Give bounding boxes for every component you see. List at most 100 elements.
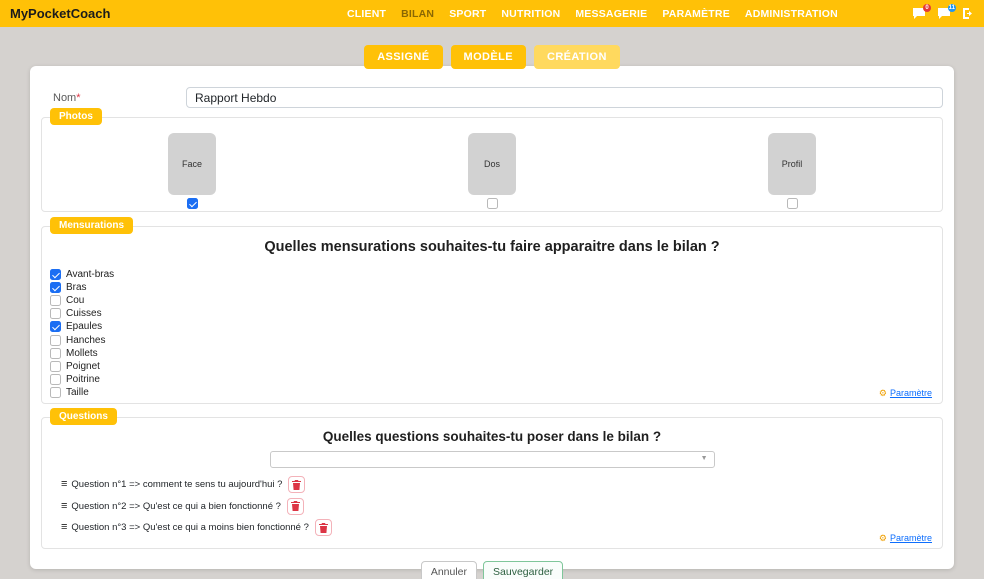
name-label: Nom*: [53, 92, 186, 104]
nav-item[interactable]: SPORT: [449, 8, 486, 20]
delete-question-button[interactable]: [315, 519, 332, 536]
nav-item[interactable]: ADMINISTRATION: [745, 8, 838, 20]
mensuration-row: Poitrine: [50, 373, 942, 386]
mensuration-row: Poignet: [50, 360, 942, 373]
mensurations-section: Mensurations Quelles mensurations souhai…: [41, 226, 943, 404]
photo-placeholder[interactable]: Face: [168, 133, 216, 195]
mensuration-label: Epaules: [66, 321, 102, 332]
question-text: Question n°1 => comment te sens tu aujou…: [71, 479, 282, 490]
mensuration-row: Hanches: [50, 333, 942, 346]
mensurations-legend: Mensurations: [50, 217, 133, 234]
trash-icon: [319, 523, 328, 533]
mensurations-settings-link[interactable]: ⚙ Paramètre: [879, 388, 932, 398]
question-text: Question n°2 => Qu'est ce qui a bien fon…: [71, 501, 280, 512]
mensuration-checkbox[interactable]: [50, 387, 61, 398]
photo-checkbox[interactable]: [787, 198, 798, 209]
delete-question-button[interactable]: [287, 498, 304, 515]
form-actions: Annuler Sauvegarder: [41, 561, 943, 579]
mensuration-label: Cuisses: [66, 308, 102, 319]
question-row: ≡ Question n°3 => Qu'est ce qui a moins …: [61, 519, 942, 536]
drag-handle-icon[interactable]: ≡: [61, 479, 67, 490]
messages-button[interactable]: 11: [937, 7, 951, 20]
mensuration-checkbox[interactable]: [50, 321, 61, 332]
mensuration-label: Taille: [66, 387, 89, 398]
photo-placeholder[interactable]: Dos: [468, 133, 516, 195]
photo-column: Dos: [342, 133, 642, 209]
required-asterisk: *: [76, 92, 80, 104]
photos-section: Photos Face Dos Profil: [41, 117, 943, 212]
save-button[interactable]: Sauvegarder: [483, 561, 563, 579]
notification-badge: 0: [923, 4, 931, 12]
chevron-down-icon: ▼: [701, 455, 708, 462]
trash-icon: [291, 501, 300, 511]
nav-item[interactable]: PARAMÈTRE: [662, 8, 730, 20]
mensuration-checkbox[interactable]: [50, 295, 61, 306]
photo-checkbox[interactable]: [187, 198, 198, 209]
tab[interactable]: MODÈLE: [451, 45, 526, 69]
mensuration-label: Mollets: [66, 348, 98, 359]
question-select[interactable]: ▼: [270, 451, 715, 468]
photo-grid: Face Dos Profil: [42, 118, 942, 209]
message-badge: 11: [948, 4, 956, 12]
tab[interactable]: ASSIGNÉ: [364, 45, 442, 69]
question-row: ≡ Question n°1 => comment te sens tu auj…: [61, 476, 942, 493]
gear-icon: ⚙: [879, 389, 887, 398]
nav-item[interactable]: NUTRITION: [501, 8, 560, 20]
question-row: ≡ Question n°2 => Qu'est ce qui a bien f…: [61, 498, 942, 515]
nav-item[interactable]: MESSAGERIE: [575, 8, 647, 20]
photo-placeholder[interactable]: Profil: [768, 133, 816, 195]
mensuration-label: Poitrine: [66, 374, 100, 385]
name-input[interactable]: [186, 87, 943, 108]
mensuration-row: Cou: [50, 294, 942, 307]
mensuration-row: Mollets: [50, 347, 942, 360]
main-nav: CLIENT BILAN SPORT NUTRITION MESSAGERIE …: [347, 0, 838, 27]
chat-notifications-button[interactable]: 0: [912, 7, 926, 20]
drag-handle-icon[interactable]: ≡: [61, 522, 67, 533]
mensuration-label: Hanches: [66, 335, 105, 346]
mensuration-label: Cou: [66, 295, 84, 306]
nav-item[interactable]: CLIENT: [347, 8, 386, 20]
creation-form-card: Nom* Photos Face Dos Profil: [30, 66, 954, 569]
mensuration-checkbox[interactable]: [50, 269, 61, 280]
nav-item[interactable]: BILAN: [401, 8, 434, 20]
mensuration-checkbox[interactable]: [50, 282, 61, 293]
photos-legend: Photos: [50, 108, 102, 125]
photo-column: Face: [42, 133, 342, 209]
question-list: ≡ Question n°1 => comment te sens tu auj…: [61, 476, 942, 536]
mensuration-checkbox[interactable]: [50, 308, 61, 319]
gear-icon: ⚙: [879, 534, 887, 543]
mensuration-label: Bras: [66, 282, 87, 293]
questions-legend: Questions: [50, 408, 117, 425]
mensuration-row: Avant-bras: [50, 268, 942, 281]
name-field-row: Nom*: [41, 87, 943, 108]
drag-handle-icon[interactable]: ≡: [61, 501, 67, 512]
mensuration-row: Taille: [50, 386, 942, 399]
mensuration-row: Cuisses: [50, 307, 942, 320]
mensuration-checkbox[interactable]: [50, 361, 61, 372]
questions-settings-link[interactable]: ⚙ Paramètre: [879, 533, 932, 543]
tab[interactable]: CRÉATION: [534, 45, 620, 69]
app-logo[interactable]: MyPocketCoach: [10, 6, 110, 21]
bilan-mode-tabs: ASSIGNÉ MODÈLE CRÉATION: [0, 45, 984, 69]
logout-icon: [962, 7, 975, 20]
trash-icon: [292, 480, 301, 490]
logout-button[interactable]: [962, 7, 975, 20]
cancel-button[interactable]: Annuler: [421, 561, 477, 579]
mensuration-row: Epaules: [50, 320, 942, 333]
mensurations-list: Avant-bras Bras Cou Cuisses: [50, 268, 942, 399]
mensuration-checkbox[interactable]: [50, 374, 61, 385]
mensuration-row: Bras: [50, 281, 942, 294]
delete-question-button[interactable]: [288, 476, 305, 493]
questions-heading: Quelles questions souhaites-tu poser dan…: [42, 429, 942, 444]
mensuration-label: Avant-bras: [66, 269, 114, 280]
photo-checkbox[interactable]: [487, 198, 498, 209]
mensuration-checkbox[interactable]: [50, 335, 61, 346]
app-header: MyPocketCoach CLIENT BILAN SPORT NUTRITI…: [0, 0, 984, 27]
mensuration-checkbox[interactable]: [50, 348, 61, 359]
header-actions: 0 11: [912, 0, 975, 27]
question-text: Question n°3 => Qu'est ce qui a moins bi…: [71, 522, 308, 533]
photo-column: Profil: [642, 133, 942, 209]
mensuration-label: Poignet: [66, 361, 100, 372]
mensurations-heading: Quelles mensurations souhaites-tu faire …: [42, 239, 942, 255]
questions-section: Questions Quelles questions souhaites-tu…: [41, 417, 943, 549]
